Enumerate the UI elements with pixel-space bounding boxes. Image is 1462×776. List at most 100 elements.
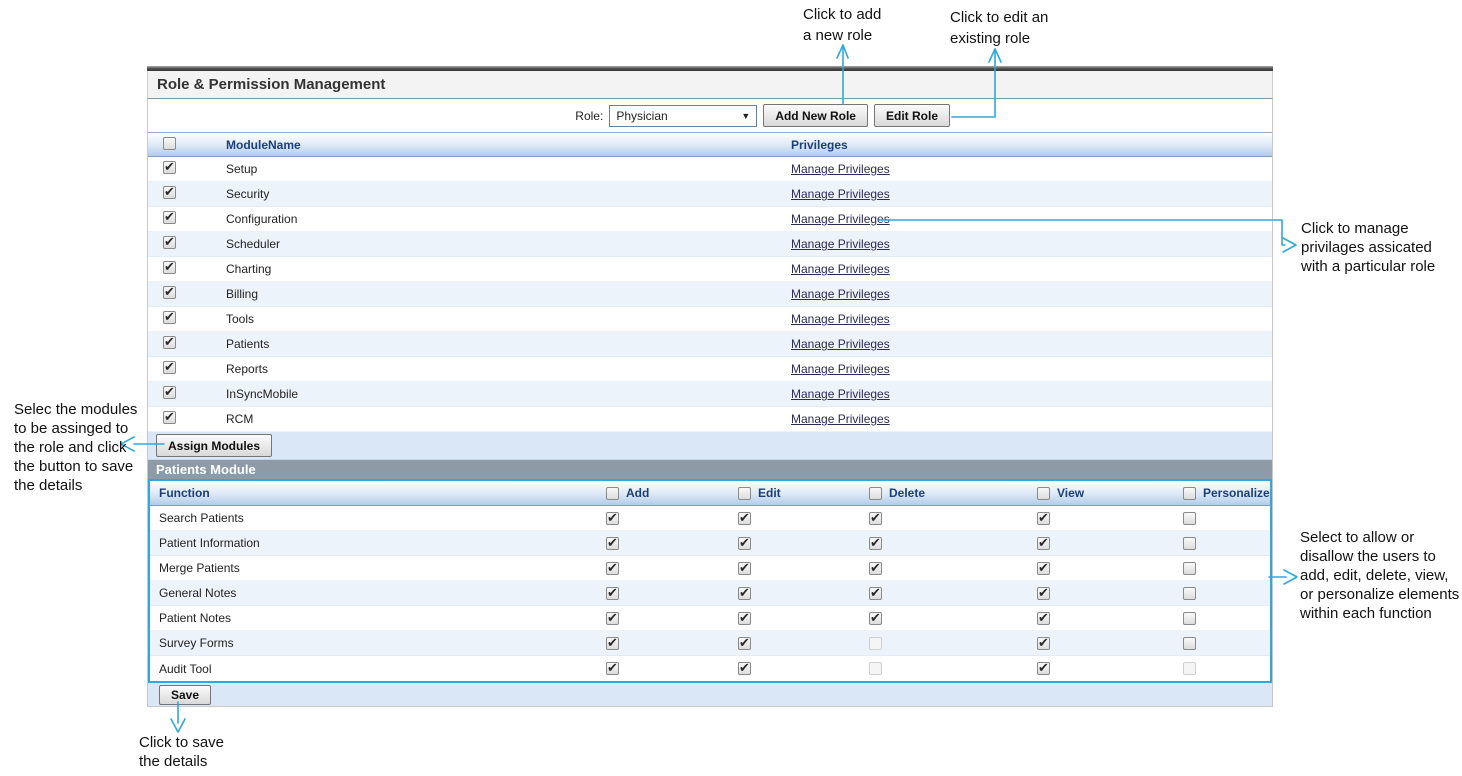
delete-checkbox[interactable]	[869, 562, 882, 575]
personalize-checkbox[interactable]	[1183, 512, 1196, 525]
module-checkbox[interactable]	[163, 311, 176, 324]
select-all-modules-checkbox[interactable]	[163, 137, 176, 150]
edit-checkbox[interactable]	[738, 562, 751, 575]
module-name: RCM	[210, 412, 791, 426]
module-name: InSyncMobile	[210, 387, 791, 401]
add-checkbox[interactable]	[606, 612, 619, 625]
note-add-role: Click to add a new role	[803, 4, 881, 46]
view-checkbox[interactable]	[1037, 562, 1050, 575]
chevron-down-icon: ▼	[741, 111, 750, 121]
select-all-personalize-checkbox[interactable]	[1183, 487, 1196, 500]
edit-checkbox[interactable]	[738, 537, 751, 550]
personalize-checkbox	[1183, 662, 1196, 675]
function-row: Merge Patients	[150, 556, 1270, 581]
save-button[interactable]: Save	[159, 685, 211, 705]
module-checkbox[interactable]	[163, 411, 176, 424]
module-row: Tools Manage Privileges	[148, 307, 1272, 332]
manage-privileges-link[interactable]: Manage Privileges	[791, 212, 890, 226]
manage-privileges-link[interactable]: Manage Privileges	[791, 162, 890, 176]
function-column-header: Function	[150, 486, 598, 500]
delete-checkbox[interactable]	[869, 537, 882, 550]
function-name: Merge Patients	[150, 561, 598, 575]
module-checkbox[interactable]	[163, 361, 176, 374]
module-row: RCM Manage Privileges	[148, 407, 1272, 432]
module-checkbox[interactable]	[163, 211, 176, 224]
note-assign-modules: Selec the modules to be assinged to the …	[14, 400, 137, 495]
module-name: Tools	[210, 312, 791, 326]
function-name: Search Patients	[150, 511, 598, 525]
manage-privileges-link[interactable]: Manage Privileges	[791, 337, 890, 351]
role-select[interactable]: Physician ▼	[609, 105, 757, 127]
module-checkbox[interactable]	[163, 386, 176, 399]
patients-module-section-header: Patients Module	[148, 460, 1272, 479]
module-name: Charting	[210, 262, 791, 276]
delete-checkbox[interactable]	[869, 612, 882, 625]
role-label: Role:	[575, 109, 603, 123]
add-new-role-button[interactable]: Add New Role	[763, 104, 868, 127]
function-name: Audit Tool	[150, 662, 598, 676]
personalize-checkbox[interactable]	[1183, 537, 1196, 550]
select-all-add-checkbox[interactable]	[606, 487, 619, 500]
view-checkbox[interactable]	[1037, 612, 1050, 625]
manage-privileges-link[interactable]: Manage Privileges	[791, 412, 890, 426]
personalize-checkbox[interactable]	[1183, 587, 1196, 600]
module-checkbox[interactable]	[163, 336, 176, 349]
view-checkbox[interactable]	[1037, 537, 1050, 550]
select-all-delete-checkbox[interactable]	[869, 487, 882, 500]
module-row: Setup Manage Privileges	[148, 157, 1272, 182]
module-checkbox[interactable]	[163, 286, 176, 299]
function-row: Search Patients	[150, 506, 1270, 531]
module-row: Security Manage Privileges	[148, 182, 1272, 207]
manage-privileges-link[interactable]: Manage Privileges	[791, 262, 890, 276]
arrow-permissions	[1269, 570, 1297, 584]
add-checkbox[interactable]	[606, 587, 619, 600]
note-manage-privileges: Click to manage privilages assicated wit…	[1301, 219, 1435, 276]
module-row: Patients Manage Privileges	[148, 332, 1272, 357]
delete-column-header: Delete	[889, 486, 925, 500]
view-checkbox[interactable]	[1037, 662, 1050, 675]
view-checkbox[interactable]	[1037, 512, 1050, 525]
add-checkbox[interactable]	[606, 637, 619, 650]
manage-privileges-link[interactable]: Manage Privileges	[791, 312, 890, 326]
module-row: Billing Manage Privileges	[148, 282, 1272, 307]
personalize-checkbox[interactable]	[1183, 637, 1196, 650]
add-checkbox[interactable]	[606, 562, 619, 575]
view-checkbox[interactable]	[1037, 637, 1050, 650]
delete-checkbox[interactable]	[869, 512, 882, 525]
module-checkbox[interactable]	[163, 261, 176, 274]
personalize-checkbox[interactable]	[1183, 562, 1196, 575]
edit-checkbox[interactable]	[738, 662, 751, 675]
module-name: Patients	[210, 337, 791, 351]
function-row: Patient Information	[150, 531, 1270, 556]
edit-checkbox[interactable]	[738, 587, 751, 600]
delete-checkbox[interactable]	[869, 587, 882, 600]
add-checkbox[interactable]	[606, 662, 619, 675]
module-name: Billing	[210, 287, 791, 301]
manage-privileges-link[interactable]: Manage Privileges	[791, 387, 890, 401]
assign-modules-button[interactable]: Assign Modules	[156, 434, 272, 457]
edit-role-button[interactable]: Edit Role	[874, 104, 950, 127]
manage-privileges-link[interactable]: Manage Privileges	[791, 237, 890, 251]
personalize-checkbox[interactable]	[1183, 612, 1196, 625]
view-checkbox[interactable]	[1037, 587, 1050, 600]
add-checkbox[interactable]	[606, 537, 619, 550]
module-name: Scheduler	[210, 237, 791, 251]
module-checkbox[interactable]	[163, 161, 176, 174]
edit-checkbox[interactable]	[738, 612, 751, 625]
edit-checkbox[interactable]	[738, 512, 751, 525]
edit-checkbox[interactable]	[738, 637, 751, 650]
function-table-annotation-rect: Function Add Edit Delete View	[148, 479, 1272, 683]
select-all-edit-checkbox[interactable]	[738, 487, 751, 500]
manage-privileges-link[interactable]: Manage Privileges	[791, 287, 890, 301]
view-column-header: View	[1057, 486, 1084, 500]
module-checkbox[interactable]	[163, 186, 176, 199]
module-name-column-header: ModuleName	[210, 138, 791, 152]
manage-privileges-link[interactable]: Manage Privileges	[791, 362, 890, 376]
note-edit-role: Click to edit an existing role	[950, 7, 1048, 49]
note-save: Click to save the details	[139, 733, 224, 771]
role-toolbar: Role: Physician ▼ Add New Role Edit Role	[148, 99, 1272, 132]
select-all-view-checkbox[interactable]	[1037, 487, 1050, 500]
manage-privileges-link[interactable]: Manage Privileges	[791, 187, 890, 201]
add-checkbox[interactable]	[606, 512, 619, 525]
module-checkbox[interactable]	[163, 236, 176, 249]
